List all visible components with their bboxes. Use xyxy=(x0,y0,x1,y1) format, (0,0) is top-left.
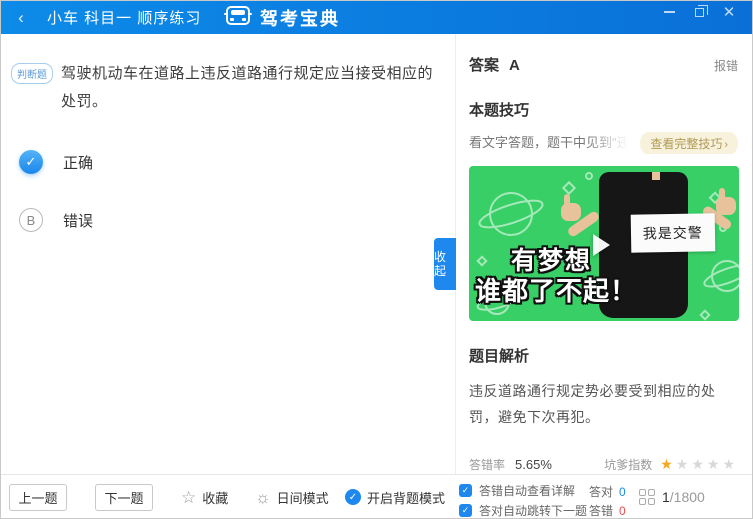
maximize-icon xyxy=(695,8,704,17)
analysis-title: 题目解析 xyxy=(469,345,738,366)
wrong-count-value: 0 xyxy=(619,504,626,518)
check-circle-icon: ✓ xyxy=(345,489,361,505)
auto-next-question-checkbox[interactable]: ✓ 答对自动跳转下一题 xyxy=(459,500,587,519)
video-caption: 有梦想 谁都了不起！ xyxy=(475,246,637,307)
minimize-icon xyxy=(664,11,675,13)
analysis-text: 违反道路通行规定势必要受到相应的处罚，避免下次再犯。 xyxy=(469,378,741,430)
close-button[interactable]: ✕ xyxy=(714,1,744,23)
sun-icon: ☼ xyxy=(255,489,271,506)
score-counters: 答对 0 答错 0 xyxy=(589,482,626,519)
tips-row: 看文字答题，题干中见到"违反… 查看完整技巧› xyxy=(469,132,738,154)
option-correct[interactable]: ✓ 正确 xyxy=(19,150,441,174)
option-wrong[interactable]: B 错误 xyxy=(19,208,441,232)
previous-question-button[interactable]: 上一题 xyxy=(9,484,67,511)
correct-count-label: 答对 xyxy=(589,483,613,500)
tips-video-thumbnail[interactable]: 我是交警 有梦想 谁都了不起！ xyxy=(469,166,739,321)
error-rate-value: 5.65% xyxy=(515,457,552,472)
answer-panel: 答案 A 报错 本题技巧 看文字答题，题干中见到"违反… 查看完整技巧› xyxy=(456,34,752,474)
app-logo: 驾考宝典 xyxy=(223,1,340,34)
check-icon: ✓ xyxy=(26,154,37,170)
breadcrumb: 小车 科目一 顺序练习 xyxy=(47,7,201,28)
answer-label: 答案 xyxy=(469,54,499,75)
view-full-tips-button[interactable]: 查看完整技巧› xyxy=(640,132,738,154)
error-rate-label: 答错率 xyxy=(469,456,505,473)
top-bar: ‹ 小车 科目一 顺序练习 驾考宝典 ✕ xyxy=(1,1,752,34)
correct-count-value: 0 xyxy=(619,485,626,499)
option-a-label: 正确 xyxy=(63,152,93,173)
option-b-badge: B xyxy=(19,208,43,232)
answer-value: A xyxy=(509,57,520,74)
sign-text: 我是交警 xyxy=(643,225,703,242)
auto-options-group: ✓ 答错自动查看详解 ✓ 答对自动跳转下一题 xyxy=(459,480,587,519)
sign-card: 我是交警 xyxy=(631,213,715,252)
option-a-badge: ✓ xyxy=(19,150,43,174)
question-text: 驾驶机动车在道路上违反道路通行规定应当接受相应的处罚。 xyxy=(61,60,441,116)
back-button[interactable]: ‹ xyxy=(1,1,41,34)
favorite-button[interactable]: ☆ 收藏 xyxy=(181,475,228,519)
tips-title: 本题技巧 xyxy=(469,99,738,120)
checkbox-checked-icon: ✓ xyxy=(459,484,472,497)
close-icon: ✕ xyxy=(723,5,736,20)
minimize-button[interactable] xyxy=(654,1,684,23)
progress-total: /1800 xyxy=(670,489,705,505)
stats-row: 答错率 5.65% 坑爹指数 ★★★★★ xyxy=(469,456,738,473)
day-mode-toggle[interactable]: ☼ 日间模式 xyxy=(255,475,329,519)
option-b-label: 错误 xyxy=(63,210,93,231)
bottom-toolbar: 上一题 下一题 ☆ 收藏 ☼ 日间模式 ✓ 开启背题模式 ✓ 答错自动查看详解 … xyxy=(1,474,752,518)
app-window: ‹ 小车 科目一 顺序练习 驾考宝典 ✕ xyxy=(0,0,753,519)
recite-mode-toggle[interactable]: ✓ 开启背题模式 xyxy=(345,475,445,519)
main-area: 判断题 驾驶机动车在道路上违反道路通行规定应当接受相应的处罚。 ✓ 正确 B 错… xyxy=(1,34,752,474)
collapse-panel-tab[interactable]: 收起 xyxy=(434,238,456,290)
wrong-count-label: 答错 xyxy=(589,502,613,519)
maximize-button[interactable] xyxy=(684,1,714,23)
progress-current: 1 xyxy=(662,489,670,505)
grid-icon xyxy=(639,489,655,505)
auto-view-explanation-checkbox[interactable]: ✓ 答错自动查看详解 xyxy=(459,480,587,500)
difficulty-star-rating: ★★★★★ xyxy=(660,456,738,473)
question-type-badge: 判断题 xyxy=(11,63,53,84)
car-icon xyxy=(223,5,253,31)
thumbs-up-left-icon xyxy=(561,203,581,221)
difficulty-label: 坑爹指数 xyxy=(604,456,652,473)
checkbox-checked-icon: ✓ xyxy=(459,504,472,517)
thumbs-up-right-icon xyxy=(716,197,736,215)
app-name: 驾考宝典 xyxy=(260,5,340,31)
star-icon: ☆ xyxy=(181,489,196,506)
report-error-button[interactable]: 报错 xyxy=(714,57,738,74)
chevron-right-icon: › xyxy=(724,139,728,151)
answer-sheet-button[interactable]: 1 /1800 xyxy=(639,475,705,519)
person-neck xyxy=(652,172,660,180)
window-controls: ✕ xyxy=(654,1,744,23)
next-question-button[interactable]: 下一题 xyxy=(95,484,153,511)
question-panel: 判断题 驾驶机动车在道路上违反道路通行规定应当接受相应的处罚。 ✓ 正确 B 错… xyxy=(1,34,456,474)
tips-fade xyxy=(586,132,646,154)
